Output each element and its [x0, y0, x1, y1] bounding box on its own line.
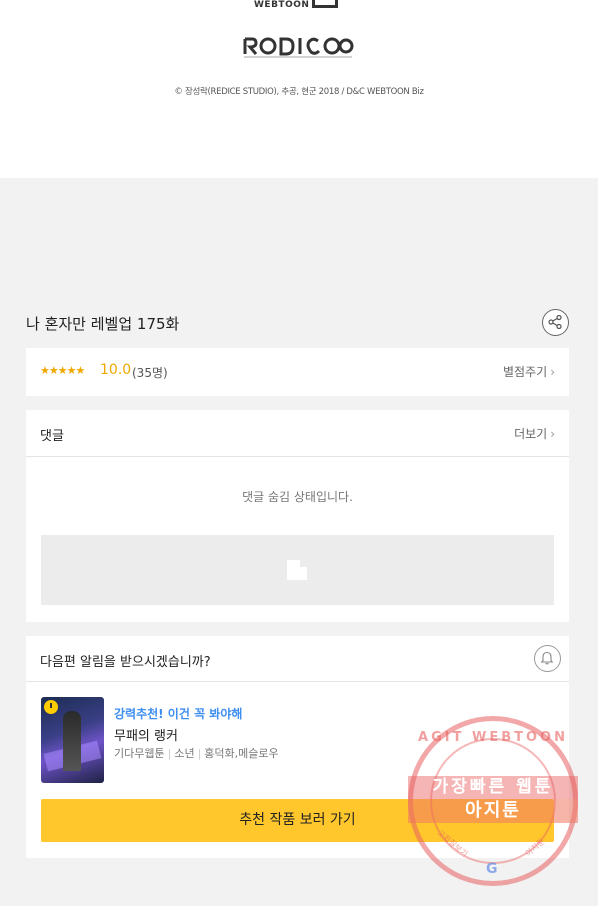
meta-separator: | — [197, 747, 202, 760]
copyright-text: © 장성락(REDICE STUDIO), 추공, 현군 2018 / D&C … — [174, 87, 424, 97]
google-g-icon: G — [486, 861, 498, 877]
ad-placeholder[interactable] — [41, 535, 554, 605]
webtoon-logo-text: WEBTOON — [254, 0, 310, 10]
comments-label: 댓글 — [40, 429, 64, 444]
share-icon — [548, 315, 562, 329]
clock-icon — [44, 700, 58, 714]
meta-category: 기다무웹툰 — [114, 747, 165, 760]
biz-logo-mark — [312, 0, 338, 8]
comments-hidden-message: 댓글 숨김 상태입니다. — [242, 490, 353, 504]
next-episode-header: 다음편 알림을 받으시겠습니까? — [26, 636, 569, 682]
comments-header: 댓글 더보기 › — [26, 410, 569, 457]
notify-bell-button[interactable] — [534, 645, 561, 672]
episode-title: 나 혼자만 레벨업 175화 — [26, 315, 180, 333]
comments-card: 댓글 더보기 › 댓글 숨김 상태입니다. — [26, 410, 569, 622]
rating-score: 10.0 — [100, 362, 132, 378]
share-button[interactable] — [542, 309, 569, 336]
meta-authors: 홍덕화,메슬로우 — [204, 747, 279, 760]
notify-question: 다음편 알림을 받으시겠습니까? — [40, 655, 211, 670]
rating-card: ★★★★★ 10.0 (35명) 별점주기 › — [26, 348, 569, 396]
watermark-band: 가장빠른 웹툰 — [408, 776, 578, 799]
recommendation-title[interactable]: 무패의 랭커 — [114, 725, 178, 744]
rate-button[interactable]: 별점주기 › — [503, 363, 555, 380]
comments-more-link[interactable]: 더보기 › — [514, 425, 555, 442]
redice-studio-logo — [243, 37, 354, 58]
star-rating: ★★★★★ — [40, 364, 85, 377]
watermark-band-secondary: 아지툰 — [408, 799, 578, 823]
rating-count: (35명) — [132, 366, 168, 380]
meta-genre: 소년 — [174, 747, 195, 760]
chevron-right-icon: › — [550, 365, 555, 379]
agit-webtoon-watermark: AGIT WEBTOON 가장빠른 웹툰 아지툰 고화질보기 아지툰 G — [408, 716, 578, 886]
ad-logo-icon — [287, 560, 307, 580]
comments-more-label: 더보기 — [514, 427, 548, 441]
recommendation-tag: 강력추천! 이건 꼭 봐야해 — [114, 707, 243, 721]
thumbnail-art-figure — [63, 711, 81, 771]
meta-separator: | — [167, 747, 172, 760]
watermark-top-text: AGIT WEBTOON — [418, 730, 568, 745]
rate-button-label: 별점주기 — [503, 365, 548, 379]
episode-footer-area: WEBTOON © 장성락(REDICE STUDIO), 추공, 현군 201… — [0, 0, 598, 178]
bell-icon — [540, 651, 554, 665]
recommendation-meta: 기다무웹툰 | 소년 | 홍덕화,메슬로우 — [114, 745, 279, 761]
recommendation-thumbnail[interactable] — [41, 697, 104, 783]
dnc-webtoon-logo: WEBTOON — [254, 0, 344, 14]
chevron-right-icon: › — [550, 427, 555, 441]
